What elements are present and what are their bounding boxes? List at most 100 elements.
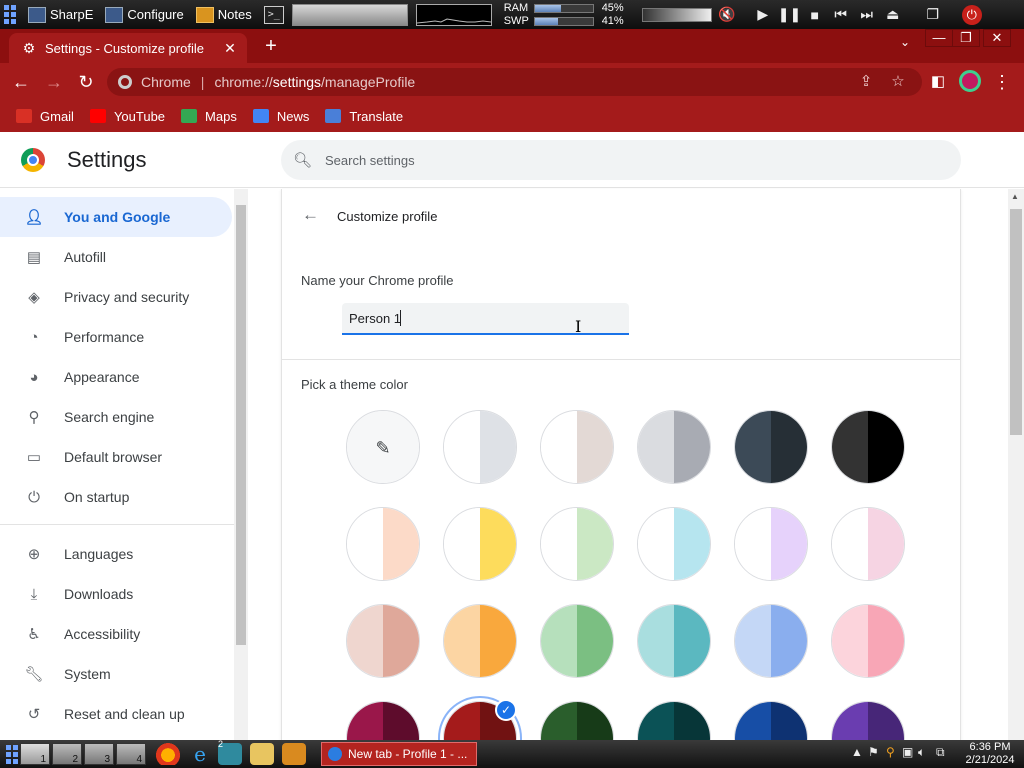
eject-icon[interactable]: ⏏ [882, 6, 904, 23]
close-tab-icon[interactable]: ✕ [221, 40, 239, 57]
sidebar-item-privacy-and-security[interactable]: ◈ Privacy and security [0, 277, 232, 317]
theme-color-swatch[interactable] [540, 604, 614, 678]
theme-color-swatch[interactable] [637, 604, 711, 678]
pause-icon[interactable]: ❚❚ [778, 6, 801, 23]
sidebar-item-on-startup[interactable]: ⏻ On startup [0, 477, 232, 517]
back-arrow-icon[interactable]: ← [302, 205, 319, 225]
profile-avatar[interactable] [959, 70, 981, 92]
power-icon[interactable]: ⏻ [961, 4, 982, 25]
scroll-up-icon[interactable]: ▲ [1011, 192, 1019, 201]
theme-color-swatch[interactable] [540, 701, 614, 740]
sidebar-item-autofill[interactable]: ▤ Autofill [0, 237, 232, 277]
theme-color-swatch[interactable] [637, 410, 711, 484]
theme-color-swatch[interactable] [540, 507, 614, 581]
tray-arrow-icon[interactable]: ▲ [851, 745, 863, 759]
minimize-button[interactable]: — [925, 29, 953, 47]
bookmark-translate[interactable]: Translate [325, 109, 403, 124]
theme-color-swatch[interactable] [734, 410, 808, 484]
volume-tray-icon[interactable]: 🔈︎ [918, 745, 925, 760]
network-icon[interactable]: ▣ [902, 745, 913, 759]
theme-color-swatch[interactable] [346, 604, 420, 678]
workspace-3[interactable]: 3 [84, 743, 114, 765]
custom-color-button[interactable]: ✎ [346, 410, 420, 484]
bookmark-maps[interactable]: Maps [181, 109, 237, 124]
address-bar[interactable]: Chrome | chrome://settings/manageProfile… [107, 68, 922, 96]
terminal-icon[interactable]: >_ [263, 5, 284, 24]
notes-button[interactable]: Notes [190, 3, 258, 27]
sharpe-button[interactable]: SharpE [22, 3, 99, 27]
sidebar-item-reset-and-clean-up[interactable]: ↺ Reset and clean up [0, 694, 232, 734]
sidebar-item-search-engine[interactable]: ⚲ Search engine [0, 397, 232, 437]
display-icon[interactable]: ⧉ [936, 745, 945, 760]
close-window-button[interactable]: ✕ [983, 29, 1011, 47]
side-panel-icon[interactable]: ◧ [926, 70, 950, 94]
theme-color-swatch[interactable] [831, 604, 905, 678]
mute-icon[interactable]: 🔇 [716, 6, 738, 23]
reload-icon[interactable]: ↻ [74, 70, 98, 94]
media-player-icon[interactable] [282, 743, 306, 765]
star-icon[interactable]: ☆ [887, 72, 909, 90]
workspace-1[interactable]: 1 [20, 743, 50, 765]
flag-icon[interactable]: ⚑ [868, 745, 879, 759]
theme-color-swatch[interactable] [346, 701, 420, 740]
sidebar-item-system[interactable]: 🔧︎ System [0, 654, 232, 694]
search-input[interactable]: 🔍︎ Search settings [281, 140, 961, 180]
theme-color-swatch[interactable] [734, 507, 808, 581]
page-scrollbar[interactable]: ▲ [1008, 189, 1024, 740]
theme-color-swatch[interactable] [831, 701, 905, 740]
clock[interactable]: 6:36 PM 2/21/2024 [958, 741, 1022, 767]
sidebar-item-languages[interactable]: ⊕ Languages [0, 534, 232, 574]
configure-button[interactable]: Configure [99, 3, 189, 27]
theme-color-swatch[interactable] [734, 604, 808, 678]
sidebar-scrollbar[interactable] [234, 189, 248, 740]
tab-settings[interactable]: ⚙ Settings - Customize profile ✕ [9, 33, 247, 63]
next-icon[interactable]: ⏭ [856, 6, 878, 23]
theme-color-swatch[interactable] [831, 507, 905, 581]
theme-color-swatch[interactable] [443, 507, 517, 581]
theme-color-swatch[interactable] [637, 507, 711, 581]
workspace-2[interactable]: 2 [52, 743, 82, 765]
windows-icon[interactable]: ❐ [922, 6, 944, 23]
stop-icon[interactable]: ■ [804, 7, 826, 23]
play-icon[interactable]: ▶ [752, 6, 774, 23]
new-tab-button[interactable]: + [258, 33, 284, 59]
taskbar-window-button[interactable]: New tab - Profile 1 - ... [321, 742, 477, 766]
ie-icon[interactable]: e [188, 743, 212, 765]
bookmark-news[interactable]: News [252, 109, 309, 124]
theme-color-swatch[interactable] [443, 604, 517, 678]
sidebar-item-downloads[interactable]: ⤓ Downloads [0, 574, 232, 614]
theme-color-swatch[interactable] [346, 507, 420, 581]
sidebar-item-default-browser[interactable]: ▭ Default browser [0, 437, 232, 477]
folder-icon[interactable] [250, 743, 274, 765]
sidebar-item-performance[interactable]: ◔ Performance [0, 317, 232, 357]
theme-color-swatch[interactable] [734, 701, 808, 740]
sidebar-item-appearance[interactable]: ◕ Appearance [0, 357, 232, 397]
bookmark-gmail[interactable]: Gmail [16, 109, 74, 124]
menu-icon[interactable]: ⋮ [990, 70, 1014, 94]
back-icon[interactable]: ← [9, 70, 33, 94]
app-icon[interactable]: 2 [218, 739, 242, 765]
theme-color-swatch[interactable] [443, 410, 517, 484]
memory-monitor: RAM 45% SWP 41% [504, 2, 624, 27]
sidebar-item-you-and-google[interactable]: 👤︎ You and Google [0, 197, 232, 237]
swatch-half [444, 411, 480, 483]
bookmark-youtube[interactable]: YouTube [89, 109, 165, 124]
launcher-icon[interactable] [4, 4, 22, 26]
page-scroll-thumb[interactable] [1010, 209, 1022, 435]
workspace-4[interactable]: 4 [116, 743, 146, 765]
forward-icon[interactable]: → [42, 70, 66, 94]
sidebar-item-label: Appearance [64, 369, 140, 385]
share-icon[interactable]: ⇪ [855, 72, 877, 90]
theme-color-swatch[interactable] [637, 701, 711, 740]
sidebar-item-accessibility[interactable]: ♿︎ Accessibility [0, 614, 232, 654]
volume-slider[interactable] [641, 7, 712, 22]
maximize-button[interactable]: ❐ [952, 29, 980, 47]
theme-color-swatch[interactable] [831, 410, 905, 484]
search-tray-icon[interactable]: ⚲ [886, 745, 895, 759]
profile-name-input[interactable] [342, 303, 629, 335]
firefox-icon[interactable] [156, 743, 180, 765]
previous-icon[interactable]: ⏮ [830, 6, 852, 23]
sidebar-scroll-thumb[interactable] [236, 205, 246, 645]
theme-color-swatch[interactable] [540, 410, 614, 484]
chevron-down-icon[interactable]: ⌄ [894, 35, 916, 49]
